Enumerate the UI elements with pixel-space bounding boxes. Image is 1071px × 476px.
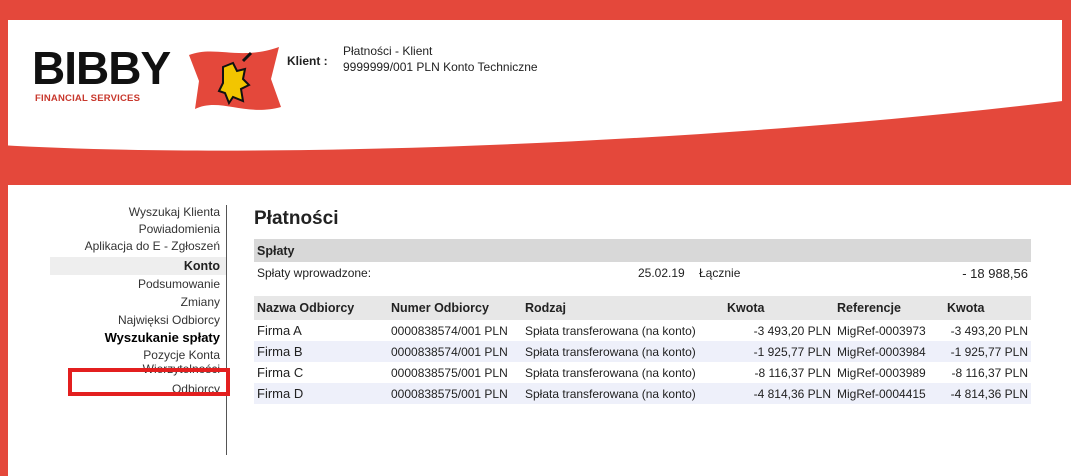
top-red-bar	[0, 0, 1071, 20]
logo-subtitle: FINANCIAL SERVICES	[35, 93, 141, 104]
sidebar-nav: Wyszukaj Klienta Powiadomienia Aplikacja…	[50, 205, 227, 455]
col-header-nazwa[interactable]: Nazwa Odbiorcy	[254, 296, 388, 320]
sidebar-item-zmiany[interactable]: Zmiany	[50, 295, 226, 309]
payments-summary: Spłaty wprowadzone: 25.02.19 Łącznie - 1…	[254, 262, 1031, 284]
table-row[interactable]: Firma B 0000838574/001 PLN Spłata transf…	[254, 341, 1031, 362]
summary-date: 25.02.19	[638, 266, 685, 280]
main-content: Płatności Spłaty Spłaty wprowadzone: 25.…	[254, 206, 1031, 404]
summary-total: - 18 988,56	[962, 266, 1028, 281]
col-header-rodzaj[interactable]: Rodzaj	[522, 296, 724, 320]
sidebar-item-wyszukanie-splaty[interactable]: Wyszukanie spłaty	[50, 331, 226, 345]
panel-title: Spłaty	[254, 239, 1031, 262]
cell-numer: 0000838574/001 PLN	[391, 323, 508, 338]
payments-table: Nazwa Odbiorcy Numer Odbiorcy Rodzaj Kwo…	[254, 296, 1031, 404]
cell-rodzaj: Spłata transferowana (na konto)	[522, 341, 724, 362]
flag-icon	[189, 47, 281, 110]
cell-rodzaj: Spłata transferowana (na konto)	[525, 323, 696, 338]
cell-referencje: MigRef-0003984	[834, 341, 944, 362]
cell-kwota-2: -1 925,77 PLN	[944, 341, 1031, 362]
cell-kwota: -1 925,77 PLN	[724, 341, 834, 362]
bibby-logo[interactable]: BIBBY FINANCIAL SERVICES	[32, 45, 292, 120]
cell-numer: 0000838574/001 PLN	[388, 341, 522, 362]
cell-numer: 0000838575/001 PLN	[391, 365, 508, 380]
cell-kwota: -8 116,37 PLN	[754, 365, 832, 380]
cell-nazwa: Firma D	[254, 383, 388, 404]
client-name: Płatności - Klient	[343, 44, 433, 58]
cell-referencje: MigRef-0003973	[837, 323, 926, 338]
table-header-row: Nazwa Odbiorcy Numer Odbiorcy Rodzaj Kwo…	[254, 296, 1031, 320]
cell-nazwa: Firma C	[257, 365, 304, 380]
logo-text: BIBBY	[32, 42, 171, 94]
sidebar-item-podsumowanie[interactable]: Podsumowanie	[50, 277, 226, 291]
cell-kwota-2: -3 493,20 PLN	[950, 323, 1028, 338]
cell-nazwa: Firma A	[257, 323, 302, 338]
client-label: Klient :	[287, 54, 328, 68]
summary-label: Spłaty wprowadzone:	[257, 266, 372, 280]
sidebar-item-powiadomienia[interactable]: Powiadomienia	[50, 222, 226, 236]
cell-numer: 0000838575/001 PLN	[388, 383, 522, 404]
col-header-referencje[interactable]: Referencje	[834, 296, 944, 320]
summary-total-label: Łącznie	[699, 266, 741, 280]
table-row[interactable]: Firma A 0000838574/001 PLN Spłata transf…	[254, 320, 1031, 341]
sidebar-item-najwieksi-odbiorcy[interactable]: Najwięksi Odbiorcy	[50, 313, 226, 327]
cell-rodzaj: Spłata transferowana (na konto)	[522, 383, 724, 404]
col-header-kwota[interactable]: Kwota	[724, 296, 834, 320]
table-row[interactable]: Firma C 0000838575/001 PLN Spłata transf…	[254, 362, 1031, 383]
sidebar-item-wyszukaj-klienta[interactable]: Wyszukaj Klienta	[50, 205, 226, 219]
table-row[interactable]: Firma D 0000838575/001 PLN Spłata transf…	[254, 383, 1031, 404]
cell-kwota-2: -8 116,37 PLN	[951, 365, 1029, 380]
cell-kwota: -3 493,20 PLN	[753, 323, 831, 338]
col-header-numer[interactable]: Numer Odbiorcy	[388, 296, 522, 320]
cell-kwota-2: -4 814,36 PLN	[944, 383, 1031, 404]
cell-nazwa: Firma B	[254, 341, 388, 362]
sidebar-item-aplikacja[interactable]: Aplikacja do E - Zgłoszeń	[50, 239, 226, 253]
page-title: Płatności	[254, 208, 339, 229]
sidebar-item-pozycje-konta[interactable]: Pozycje Konta	[50, 348, 226, 362]
cell-referencje: MigRef-0003989	[837, 365, 926, 380]
client-account: 9999999/001 PLN Konto Techniczne	[343, 60, 538, 74]
sidebar-section-konto: Konto	[50, 257, 226, 275]
highlight-box	[68, 368, 230, 396]
cell-referencje: MigRef-0004415	[834, 383, 944, 404]
col-header-kwota-2[interactable]: Kwota	[944, 296, 1031, 320]
cell-rodzaj: Spłata transferowana (na konto)	[525, 365, 696, 380]
left-red-bar	[0, 0, 8, 476]
cell-kwota: -4 814,36 PLN	[724, 383, 834, 404]
